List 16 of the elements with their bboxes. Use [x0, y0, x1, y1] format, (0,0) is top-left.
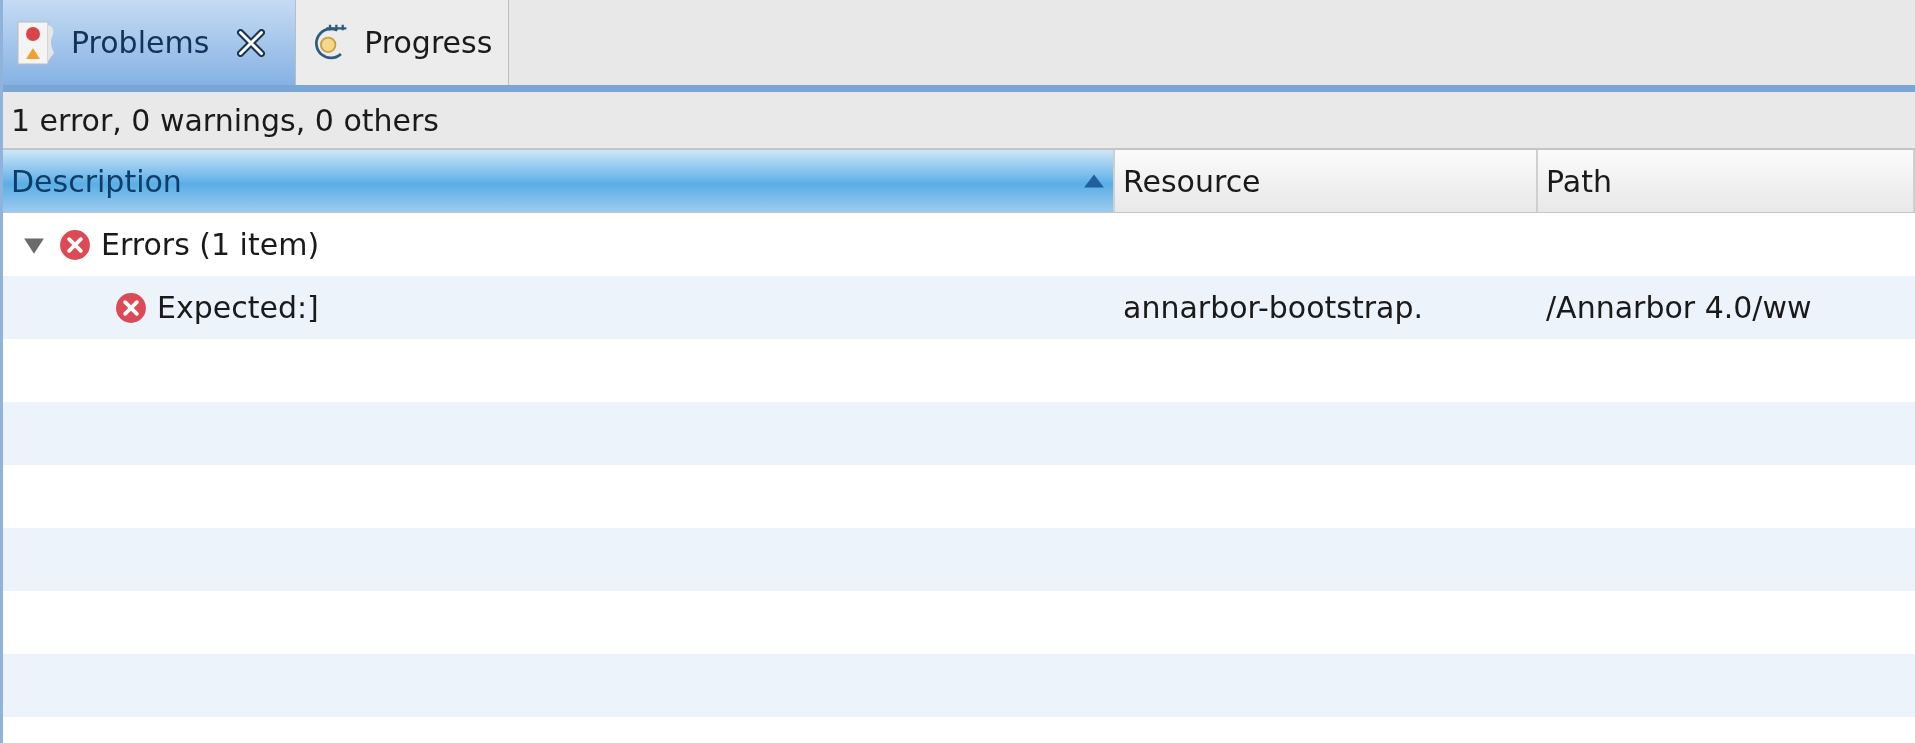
column-header[interactable]: Resource [1115, 150, 1538, 212]
column-header[interactable]: Description [3, 150, 1115, 212]
problems-view-icon [17, 20, 57, 65]
column-header[interactable]: Path [1538, 150, 1915, 212]
error-icon [59, 228, 91, 261]
problem-description[interactable]: Errors (1 item) [101, 227, 320, 262]
problem-summary: 1 error, 0 warnings, 0 others [11, 102, 439, 138]
error-icon [115, 291, 147, 324]
close-icon[interactable] [237, 28, 266, 57]
resource-name: annarbor-bootstrap. [1123, 290, 1423, 325]
problem-description[interactable]: Expected:] [157, 290, 319, 325]
view-tab[interactable]: Progress [296, 0, 510, 85]
view-tab[interactable]: Problems [3, 0, 297, 85]
resource-path: /Annarbor 4.0/ww [1546, 290, 1812, 325]
table-row[interactable]: Expected:] annarbor-bootstrap. /Annarbor 4.0/ww [3, 276, 1915, 339]
sort-ascending-icon[interactable] [1083, 173, 1105, 189]
